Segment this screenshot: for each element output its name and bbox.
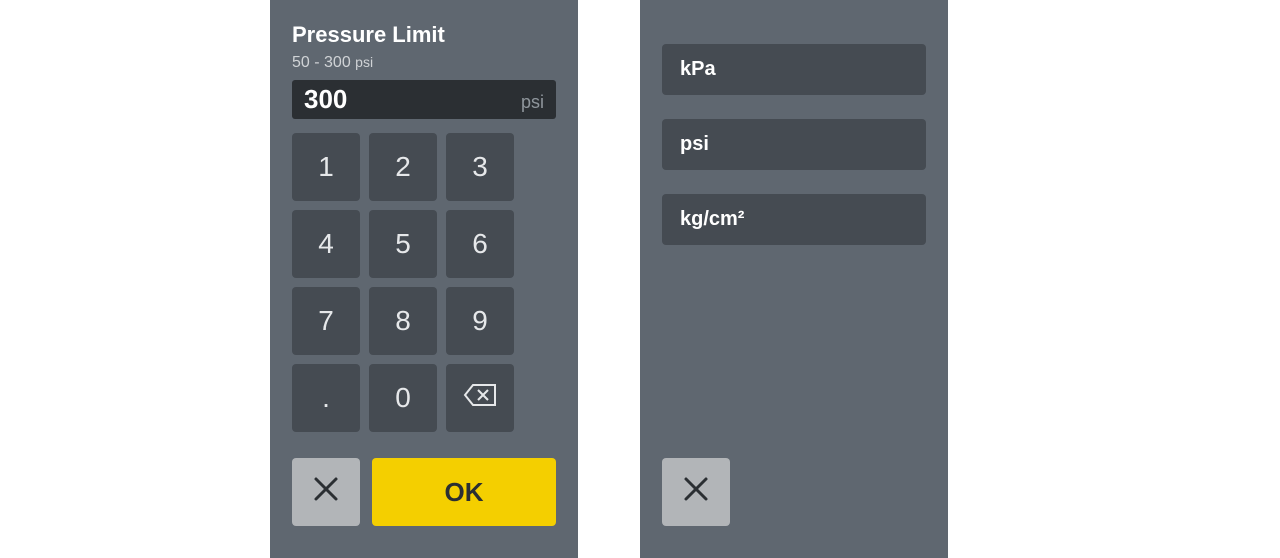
key-8[interactable]: 8 (369, 287, 437, 355)
range-label: 50 - 300 psi (292, 54, 556, 72)
value-number: 300 (304, 86, 347, 112)
key-2[interactable]: 2 (369, 133, 437, 201)
unit-option-kpa[interactable]: kPa (662, 44, 926, 95)
range-unit: psi (355, 54, 373, 70)
header: Pressure Limit 50 - 300 psi 300 psi (270, 0, 578, 133)
ok-button[interactable]: OK (372, 458, 556, 526)
key-6[interactable]: 6 (446, 210, 514, 278)
keypad: 1 2 3 4 5 6 7 8 9 . 0 (270, 133, 578, 432)
unit-option-kgcm2[interactable]: kg/cm² (662, 194, 926, 245)
backspace-icon (463, 382, 497, 414)
key-5[interactable]: 5 (369, 210, 437, 278)
key-1[interactable]: 1 (292, 133, 360, 201)
range-text: 50 - 300 (292, 54, 351, 71)
key-7[interactable]: 7 (292, 287, 360, 355)
footer (640, 458, 948, 558)
key-4[interactable]: 4 (292, 210, 360, 278)
footer: OK (270, 458, 578, 558)
unit-select-panel: kPa psi kg/cm² (640, 0, 948, 558)
unit-option-psi[interactable]: psi (662, 119, 926, 170)
cancel-button[interactable] (292, 458, 360, 526)
close-icon (313, 476, 339, 509)
close-icon (683, 476, 709, 509)
key-decimal[interactable]: . (292, 364, 360, 432)
key-0[interactable]: 0 (369, 364, 437, 432)
key-3[interactable]: 3 (446, 133, 514, 201)
cancel-button[interactable] (662, 458, 730, 526)
key-backspace[interactable] (446, 364, 514, 432)
page-title: Pressure Limit (292, 22, 556, 48)
pressure-limit-panel: Pressure Limit 50 - 300 psi 300 psi 1 2 … (270, 0, 578, 558)
value-field[interactable]: 300 psi (292, 80, 556, 119)
value-unit: psi (521, 92, 544, 113)
unit-list: kPa psi kg/cm² (640, 0, 948, 245)
key-9[interactable]: 9 (446, 287, 514, 355)
